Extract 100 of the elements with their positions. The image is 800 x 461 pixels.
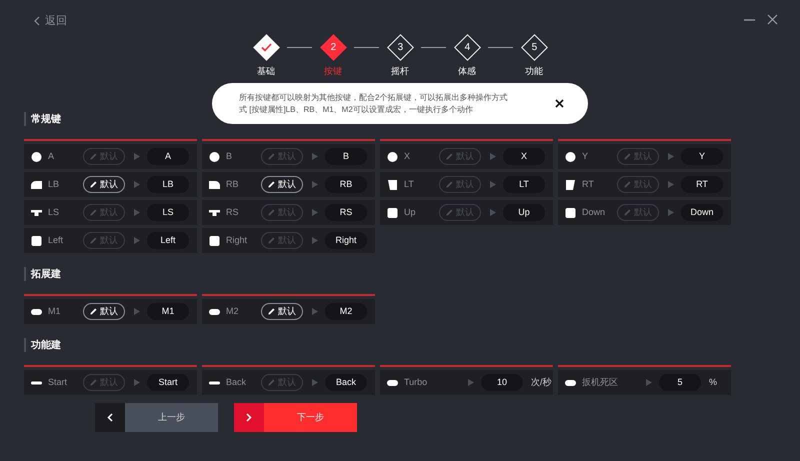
pencil-icon bbox=[90, 209, 97, 216]
target-key[interactable]: Left bbox=[147, 232, 189, 249]
pencil-icon bbox=[624, 209, 631, 216]
chevron-right-icon bbox=[246, 413, 252, 422]
target-key[interactable]: Start bbox=[147, 374, 189, 391]
pencil-icon bbox=[624, 153, 631, 160]
back-button[interactable]: 返回 bbox=[34, 13, 67, 30]
target-key[interactable]: A bbox=[147, 148, 189, 165]
arrow-icon bbox=[134, 379, 140, 386]
pill-button-icon bbox=[565, 378, 576, 388]
next-button[interactable]: 下一步 bbox=[234, 403, 357, 432]
pencil-icon bbox=[446, 181, 453, 188]
circle-button-icon bbox=[387, 152, 398, 162]
default-button[interactable]: 默认 bbox=[83, 303, 125, 320]
default-button[interactable]: 默认 bbox=[83, 176, 125, 193]
step-label: 基础 bbox=[257, 65, 275, 78]
key-name: Y bbox=[582, 150, 590, 163]
pencil-icon bbox=[624, 181, 631, 188]
target-key[interactable]: M1 bbox=[147, 303, 189, 320]
key-name: A bbox=[48, 150, 56, 163]
close-icon bbox=[555, 99, 564, 108]
target-key[interactable]: LT bbox=[503, 176, 545, 193]
arrow-icon bbox=[468, 379, 474, 386]
step-label: 按键 bbox=[324, 65, 342, 78]
arrow-icon bbox=[312, 209, 318, 216]
previous-button[interactable]: 上一步 bbox=[95, 403, 218, 432]
square-button-icon bbox=[31, 236, 42, 246]
key-name: LT bbox=[404, 178, 415, 191]
default-button[interactable]: 默认 bbox=[261, 303, 303, 320]
arrow-icon bbox=[312, 379, 318, 386]
pencil-icon bbox=[90, 237, 97, 244]
key-name: Right bbox=[226, 234, 248, 247]
target-key[interactable]: Back bbox=[325, 374, 367, 391]
pencil-icon bbox=[268, 153, 275, 160]
step-marker: 3 bbox=[386, 34, 414, 60]
pill-button-icon bbox=[387, 378, 398, 388]
arrow-icon bbox=[134, 237, 140, 244]
tooltip-text: 所有按键都可以映射为其他按键，配合2个拓展键，可以拓展出多种操作方式 bbox=[239, 92, 508, 104]
target-key[interactable]: RT bbox=[681, 176, 723, 193]
pencil-icon bbox=[90, 308, 97, 315]
key-name: LS bbox=[48, 206, 60, 219]
step-label: 摇杆 bbox=[391, 65, 409, 78]
default-button[interactable]: 默认 bbox=[261, 176, 303, 193]
arrow-icon bbox=[312, 181, 318, 188]
target-key[interactable]: Down bbox=[681, 204, 723, 221]
value-field[interactable]: 5 bbox=[659, 374, 701, 391]
target-key[interactable]: RS bbox=[325, 204, 367, 221]
pencil-icon bbox=[90, 181, 97, 188]
target-key[interactable]: M2 bbox=[325, 303, 367, 320]
square-button-icon bbox=[209, 236, 220, 246]
target-key[interactable]: Right bbox=[325, 232, 367, 249]
square-button-icon bbox=[565, 208, 576, 218]
key-name: Left bbox=[48, 234, 64, 247]
circle-button-icon bbox=[565, 152, 576, 162]
target-key[interactable]: X bbox=[503, 148, 545, 165]
pencil-icon bbox=[268, 379, 275, 386]
key-name: 扳机死区 bbox=[582, 376, 619, 389]
bumper-icon bbox=[209, 180, 220, 190]
step-marker: 2 bbox=[320, 34, 346, 60]
stick-icon bbox=[209, 208, 220, 218]
section-title: 功能建 bbox=[31, 338, 61, 352]
target-key[interactable]: Y bbox=[681, 148, 723, 165]
value-field[interactable]: 10 bbox=[481, 374, 523, 391]
check-icon bbox=[260, 42, 272, 52]
section-title: 拓展建 bbox=[31, 268, 61, 282]
square-button-icon bbox=[387, 208, 398, 218]
step-marker: 4 bbox=[454, 34, 480, 60]
target-key[interactable]: B bbox=[325, 148, 367, 165]
arrow-icon bbox=[668, 181, 674, 188]
arrow-icon bbox=[490, 209, 496, 216]
key-name: RS bbox=[226, 206, 240, 219]
trigger-icon bbox=[565, 180, 576, 190]
pill-button-icon bbox=[209, 306, 220, 316]
unit-label: 次/秒 bbox=[531, 376, 552, 389]
key-name: M2 bbox=[226, 304, 240, 318]
key-name: B bbox=[226, 150, 234, 163]
target-key[interactable]: LB bbox=[147, 176, 189, 193]
arrow-icon bbox=[312, 308, 318, 315]
pencil-icon bbox=[446, 153, 453, 160]
section-title: 常规键 bbox=[31, 112, 61, 126]
arrow-icon bbox=[134, 153, 140, 160]
key-name: Back bbox=[226, 376, 248, 389]
arrow-icon bbox=[668, 153, 674, 160]
pencil-icon bbox=[446, 209, 453, 216]
close-button[interactable] bbox=[555, 99, 564, 108]
key-name: RT bbox=[582, 178, 595, 191]
target-key[interactable]: LS bbox=[147, 204, 189, 221]
target-key[interactable]: RB bbox=[325, 176, 367, 193]
pill-button-icon bbox=[31, 306, 42, 316]
arrow-icon bbox=[134, 308, 140, 315]
target-key[interactable]: Up bbox=[503, 204, 545, 221]
pencil-icon bbox=[268, 237, 275, 244]
pencil-icon bbox=[90, 379, 97, 386]
arrow-icon bbox=[668, 209, 674, 216]
step-marker: 5 bbox=[520, 34, 548, 60]
arrow-icon bbox=[312, 237, 318, 244]
circle-button-icon bbox=[209, 152, 220, 162]
key-name: Start bbox=[48, 376, 68, 389]
arrow-icon bbox=[312, 153, 318, 160]
circle-button-icon bbox=[31, 152, 42, 162]
